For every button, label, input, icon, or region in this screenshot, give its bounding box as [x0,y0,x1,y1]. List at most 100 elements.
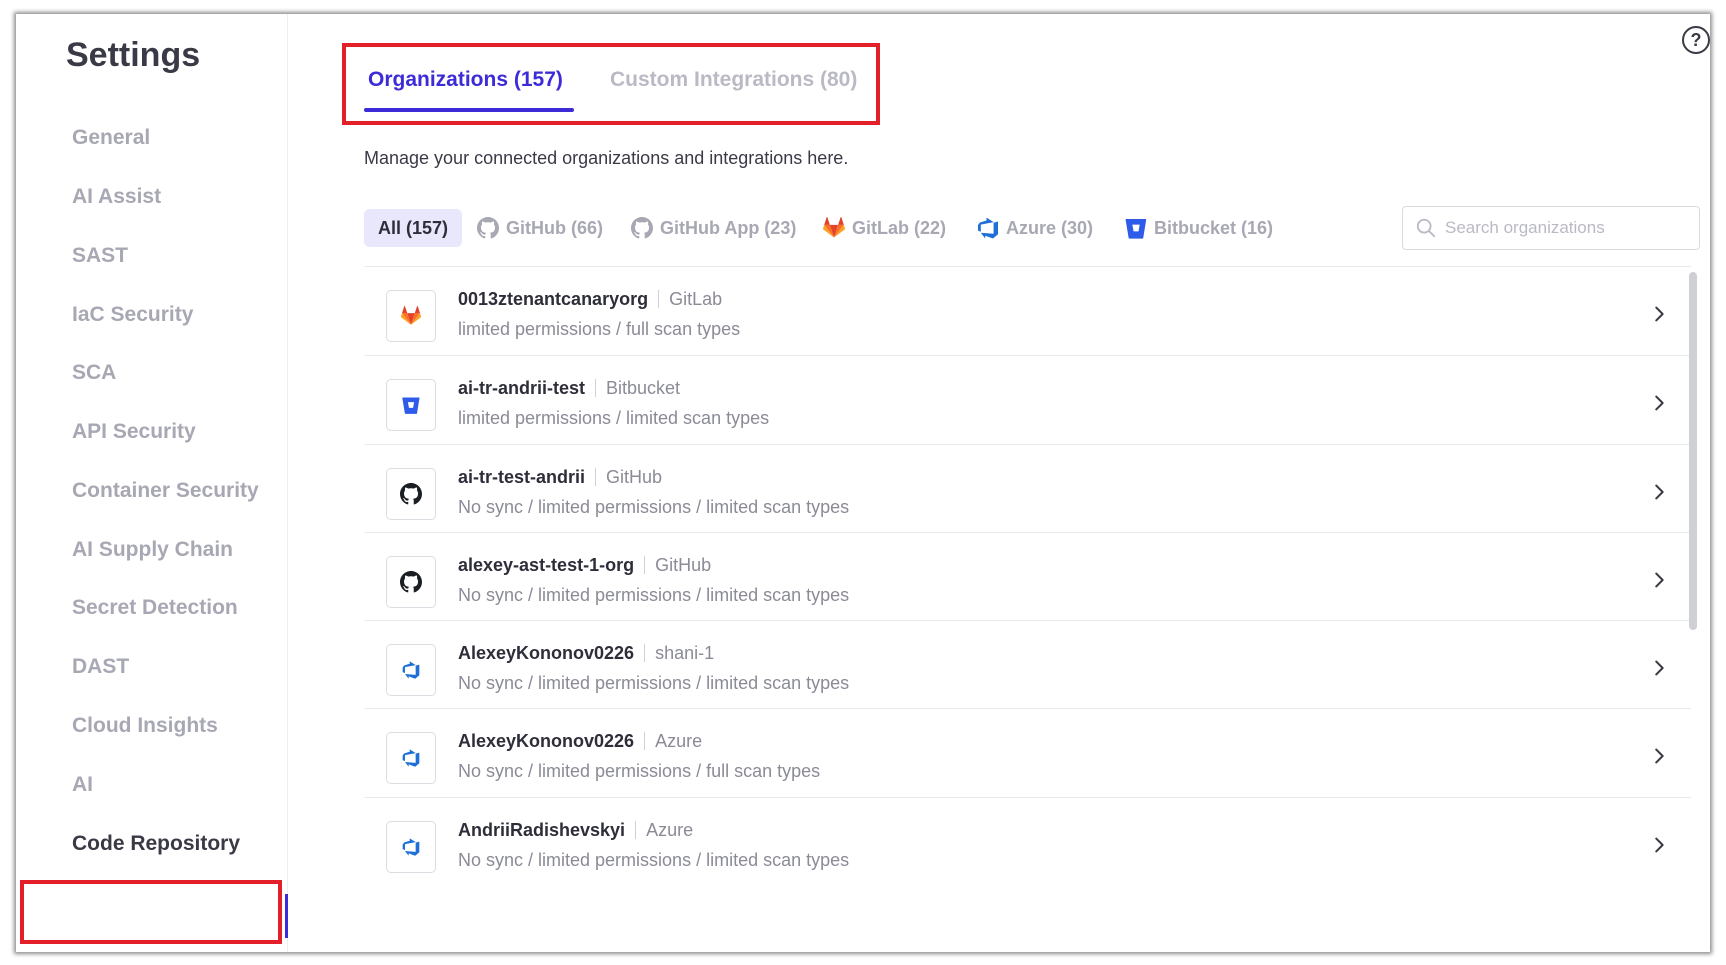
help-icon[interactable]: ? [1682,26,1710,54]
highlight-box-code-repository [20,880,282,944]
org-meta: limited permissions / full scan types [458,319,741,339]
divider [595,468,597,486]
tab-active-underline [364,108,574,112]
org-meta: limited permissions / limited scan types [458,408,770,428]
org-provider: GitHub [606,467,663,487]
tab-organizations[interactable]: Organizations (157) [368,68,563,92]
sidebar-item-code-repository[interactable]: Code Repository [72,832,240,856]
list-item[interactable]: ai-tr-andrii-test Bitbucket limited permi… [364,355,1691,453]
scrollbar-thumb[interactable] [1689,272,1697,630]
org-provider: Azure [646,820,694,840]
github-icon [386,468,436,520]
chevron-right-icon[interactable] [1648,303,1670,325]
org-meta: No sync / limited permissions / limited … [458,673,850,693]
filter-azure[interactable]: Azure (30) [976,209,1093,247]
org-meta: No sync / limited permissions / full sca… [458,761,821,781]
sidebar-item-sca[interactable]: SCA [72,361,116,385]
chevron-right-icon[interactable] [1648,392,1670,414]
divider [658,290,660,308]
list-item[interactable]: AlexeyKononov0226 shani-1 No sync / limit… [364,620,1691,718]
filter-all[interactable]: All (157) [364,209,463,247]
sidebar-item-secret-detection[interactable]: Secret Detection [72,596,238,620]
filter-label: GitHub (66) [506,217,603,238]
sidebar-item-iac-security[interactable]: IaC Security [72,303,193,327]
chevron-right-icon[interactable] [1648,657,1670,679]
sidebar-item-ai-assist[interactable]: AI Assist [72,185,161,209]
azure-icon [386,821,436,873]
divider [644,644,646,662]
list-item[interactable]: ai-tr-test-andrii GitHub No sync / limite… [364,444,1691,542]
filter-bitbucket[interactable]: Bitbucket (16) [1124,209,1273,247]
org-meta: No sync / limited permissions / limited … [458,497,850,517]
sidebar-item-ai[interactable]: AI [72,773,93,797]
filter-label: GitLab (22) [852,217,947,238]
tab-custom-integrations[interactable]: Custom Integrations (80) [610,68,857,92]
filter-label: Bitbucket (16) [1154,217,1274,238]
sidebar-item-container-security[interactable]: Container Security [72,479,259,503]
sidebar-item-ai-supply-chain[interactable]: AI Supply Chain [72,538,233,562]
chevron-right-icon[interactable] [1648,745,1670,767]
sidebar-item-dast[interactable]: DAST [72,655,129,679]
org-name-line: AndriiRadishevskyi Azure [458,820,693,841]
bitbucket-icon [386,379,436,431]
main-panel: ? Organizations (157) Custom Integration… [288,14,1710,952]
list-item[interactable]: 0013ztenantcanaryorg GitLab limited permi… [364,266,1691,364]
sidebar: Settings General AI Assist SAST IaC Secu… [16,14,288,952]
filter-label: Azure (30) [1006,217,1094,238]
search-icon [1416,218,1436,238]
org-name: ai-tr-andrii-test [458,378,586,398]
sidebar-item-sast[interactable]: SAST [72,244,128,268]
org-provider: shani-1 [655,643,715,663]
org-meta: No sync / limited permissions / limited … [458,585,850,605]
azure-icon [386,732,436,784]
bitbucket-icon [1124,216,1148,240]
org-name: AlexeyKononov0226 [458,731,635,751]
org-provider: Azure [655,731,703,751]
gitlab-icon [386,290,436,342]
list-item[interactable]: alexey-ast-test-1-org GitHub No sync / li… [364,532,1691,630]
github-icon [476,216,500,240]
list-item[interactable]: AlexeyKononov0226 Azure No sync / limited… [364,708,1691,806]
sidebar-title: Settings [66,36,201,74]
filter-github-app[interactable]: GitHub App (23) [630,209,796,247]
chevron-right-icon[interactable] [1648,834,1670,856]
org-meta: No sync / limited permissions / limited … [458,850,850,870]
sidebar-item-api-security[interactable]: API Security [72,420,196,444]
org-name-line: ai-tr-andrii-test Bitbucket [458,378,680,399]
divider [635,821,637,839]
org-provider: GitLab [669,289,723,309]
org-provider: GitHub [655,555,712,575]
search-input[interactable] [1445,218,1685,238]
page-description: Manage your connected organizations and … [364,148,849,168]
org-provider: Bitbucket [606,378,681,398]
search-box[interactable] [1402,206,1700,250]
filter-gitlab[interactable]: GitLab (22) [822,209,946,247]
azure-icon [386,644,436,696]
github-icon [386,556,436,608]
org-name-line: 0013ztenantcanaryorg GitLab [458,289,722,310]
divider [644,732,646,750]
settings-window: Settings General AI Assist SAST IaC Secu… [16,14,1710,952]
chevron-right-icon[interactable] [1648,481,1670,503]
filter-label: All (157) [378,217,449,238]
org-name: alexey-ast-test-1-org [458,555,635,575]
filter-label: GitHub App (23) [660,217,797,238]
sidebar-item-general[interactable]: General [72,126,150,150]
org-name: ai-tr-test-andrii [458,467,586,487]
org-name-line: AlexeyKononov0226 Azure [458,731,702,752]
sidebar-item-cloud-insights[interactable]: Cloud Insights [72,714,218,738]
gitlab-icon [822,216,846,240]
list-item[interactable]: AndriiRadishevskyi Azure No sync / limite… [364,797,1691,895]
azure-icon [976,216,1000,240]
chevron-right-icon[interactable] [1648,569,1670,591]
github-icon [630,216,654,240]
divider [595,379,597,397]
org-name-line: AlexeyKononov0226 shani-1 [458,643,714,664]
org-name: AndriiRadishevskyi [458,820,626,840]
org-name: AlexeyKononov0226 [458,643,635,663]
org-name-line: ai-tr-test-andrii GitHub [458,467,662,488]
org-name-line: alexey-ast-test-1-org GitHub [458,555,711,576]
org-name: 0013ztenantcanaryorg [458,289,649,309]
divider [644,556,646,574]
filter-github[interactable]: GitHub (66) [476,209,603,247]
